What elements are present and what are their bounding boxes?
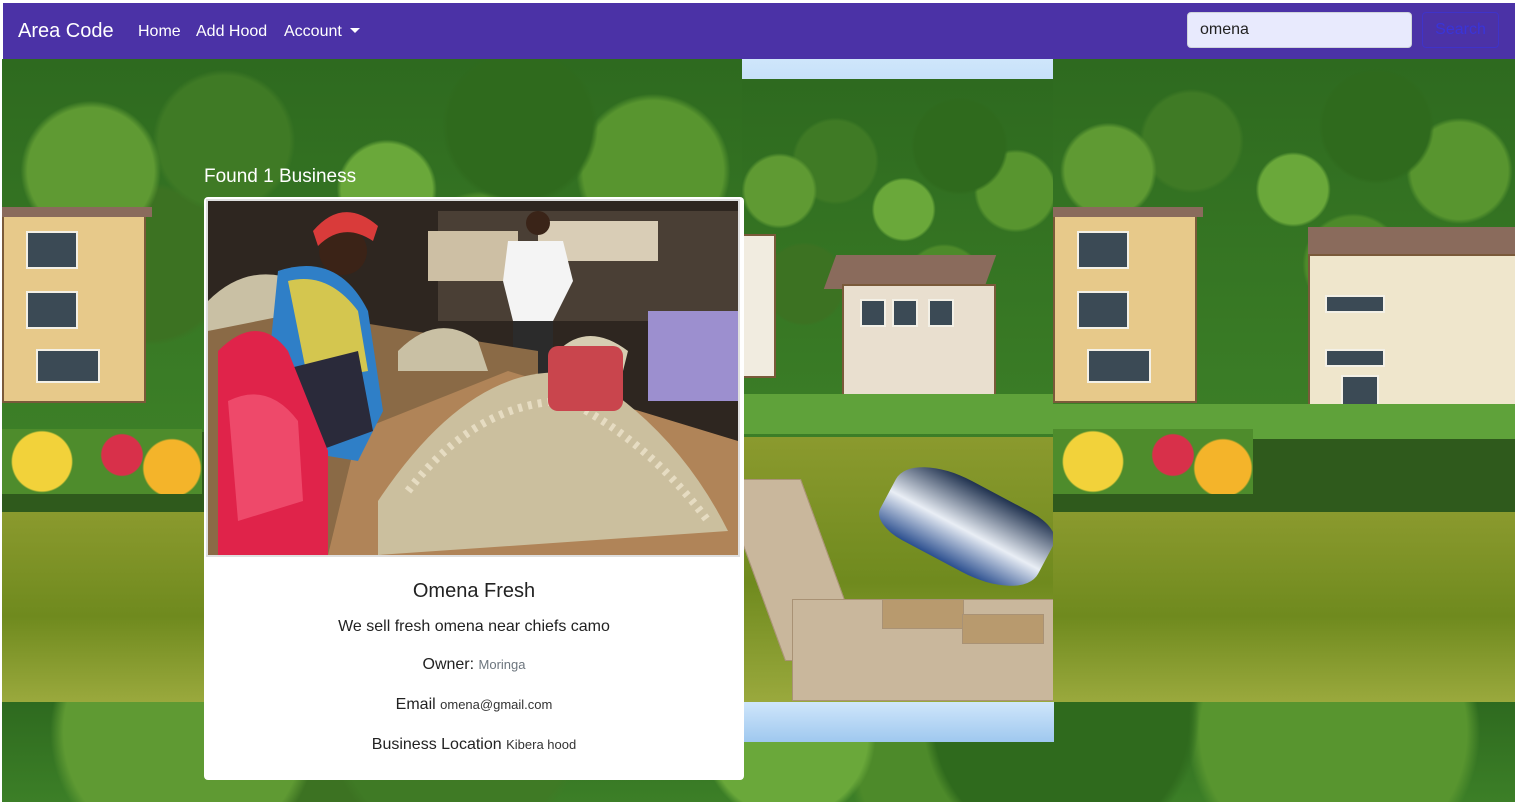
- results-count-heading: Found 1 Business: [204, 166, 357, 187]
- business-location-line: Business Location Kibera hood: [204, 736, 744, 754]
- nav-add-hood-link[interactable]: Add Hood: [196, 23, 267, 41]
- brand-link[interactable]: Area Code: [18, 20, 114, 43]
- nav-home-link[interactable]: Home: [138, 23, 181, 41]
- location-label: Business Location: [371, 736, 502, 753]
- business-image: [206, 199, 740, 557]
- search-input[interactable]: [1187, 12, 1412, 48]
- owner-value: Moringa: [478, 657, 526, 672]
- business-email-line: Email omena@gmail.com: [204, 696, 744, 714]
- background-tile: [742, 59, 1053, 702]
- business-owner-line: Owner: Moringa: [204, 656, 744, 674]
- owner-label: Owner:: [422, 656, 475, 673]
- background-tile: [1053, 59, 1515, 702]
- account-dropdown[interactable]: Account: [284, 23, 360, 41]
- search-button[interactable]: Search: [1422, 12, 1499, 48]
- business-description: We sell fresh omena near chiefs camo: [338, 618, 610, 635]
- location-value: Kibera hood: [506, 737, 577, 752]
- navbar: Area Code Home Add Hood Account Search: [3, 3, 1515, 59]
- business-card: Omena Fresh We sell fresh omena near chi…: [204, 197, 744, 780]
- chevron-down-icon: [349, 28, 360, 33]
- business-name: Omena Fresh: [412, 580, 536, 602]
- email-value: omena@gmail.com: [440, 697, 553, 712]
- email-label: Email: [395, 696, 436, 713]
- account-label: Account: [284, 23, 342, 40]
